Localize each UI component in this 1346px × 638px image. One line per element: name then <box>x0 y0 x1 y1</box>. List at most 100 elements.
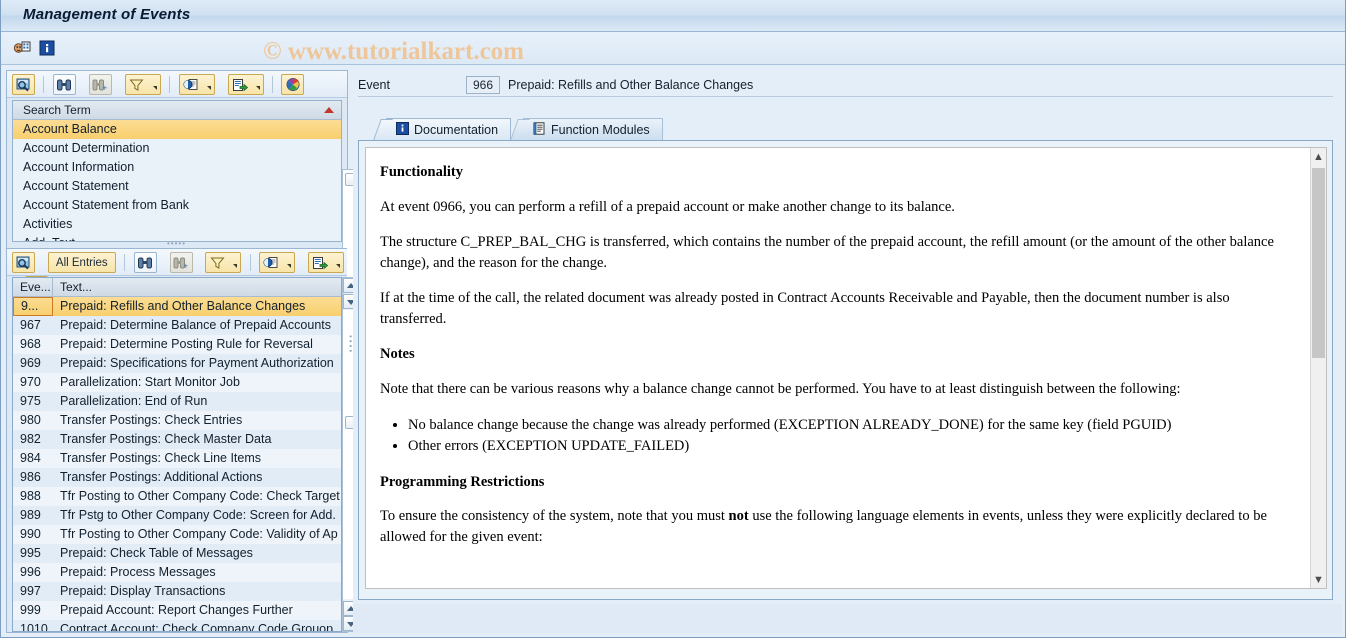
search-term-list[interactable]: Search Term Account Balance Account Deter… <box>12 100 342 242</box>
documentation-text: Functionality At event 0966, you can per… <box>366 148 1311 588</box>
event-text-cell: Prepaid Account: Report Changes Further <box>60 603 293 617</box>
doc-paragraph-5: To ensure the consistency of the system,… <box>380 506 1293 547</box>
search-term-item[interactable]: Account Statement <box>13 177 341 196</box>
table-row[interactable]: 982 Transfer Postings: Check Master Data <box>13 430 341 449</box>
event-number-cell: 990 <box>20 527 41 541</box>
print-preview-dropdown-caret[interactable] <box>282 252 296 273</box>
tab-function-modules[interactable]: Function Modules <box>510 118 663 140</box>
horizontal-splitter-handle[interactable]: ••••• <box>167 239 186 248</box>
print-preview-dropdown-caret[interactable] <box>201 74 215 95</box>
find-binoculars-icon[interactable] <box>133 252 157 273</box>
event-text-cell: Contract Account: Check Company Code Gro… <box>60 622 334 632</box>
sort-ascending-icon <box>324 107 334 113</box>
scroll-down-chevron-icon[interactable]: ▼ <box>1311 571 1326 588</box>
event-number-cell: 1010 <box>20 622 48 632</box>
export-dropdown-caret[interactable] <box>250 74 264 95</box>
table-row[interactable]: 1010 Contract Account: Check Company Code… <box>13 620 341 632</box>
find-binoculars-icon[interactable] <box>52 74 76 95</box>
table-row[interactable]: 984 Transfer Postings: Check Line Items <box>13 449 341 468</box>
search-term-item[interactable]: Account Information <box>13 158 341 177</box>
status-strip <box>353 604 1342 633</box>
table-row[interactable]: 989 Tfr Pstg to Other Company Code: Scree… <box>13 506 341 525</box>
event-text-cell: Prepaid: Determine Balance of Prepaid Ac… <box>60 318 331 332</box>
table-row[interactable]: 986 Transfer Postings: Additional Actions <box>13 468 341 487</box>
all-entries-label: All Entries <box>55 256 108 269</box>
find-next-icon[interactable]: + <box>88 74 112 95</box>
event-text-cell: Tfr Posting to Other Company Code: Valid… <box>60 527 338 541</box>
table-row[interactable]: 997 Prepaid: Display Transactions <box>13 582 341 601</box>
event-number-cell: 982 <box>20 432 41 446</box>
scrollbar-thumb[interactable] <box>1312 168 1325 358</box>
table-row[interactable]: 970 Parallelization: Start Monitor Job <box>13 373 341 392</box>
events-column-header-text[interactable]: Text... <box>53 278 92 296</box>
documentation-scrollbar[interactable]: ▲ ▼ <box>1310 148 1326 588</box>
tab-function-modules-label: Function Modules <box>551 122 650 137</box>
print-preview-icon[interactable] <box>178 74 202 95</box>
find-magnifier-icon[interactable] <box>12 252 35 273</box>
table-row[interactable]: 9... Prepaid: Refills and Other Balance C… <box>13 297 341 316</box>
event-text-cell: Prepaid: Process Messages <box>60 565 216 579</box>
events-table-rows: 9... Prepaid: Refills and Other Balance C… <box>13 297 341 632</box>
tab-documentation-label: Documentation <box>414 122 499 137</box>
doc-heading-notes: Notes <box>380 346 415 363</box>
export-dropdown-caret[interactable] <box>331 252 345 273</box>
event-number-cell: 969 <box>20 356 41 370</box>
svg-text:+: + <box>184 261 189 270</box>
filter-dropdown-caret[interactable] <box>228 252 242 273</box>
table-row[interactable]: 980 Transfer Postings: Check Entries <box>13 411 341 430</box>
event-text-cell: Parallelization: End of Run <box>60 394 208 408</box>
filter-dropdown-caret[interactable] <box>147 74 161 95</box>
information-icon[interactable] <box>38 39 56 57</box>
layout-colors-icon[interactable] <box>281 74 305 95</box>
search-term-item[interactable]: Account Determination <box>13 139 341 158</box>
event-number-cell: 984 <box>20 451 41 465</box>
table-row[interactable]: 969 Prepaid: Specifications for Payment A… <box>13 354 341 373</box>
find-next-icon[interactable]: + <box>169 252 193 273</box>
application-toolbar <box>1 32 1345 65</box>
doc-bullet-1: No balance change because the change was… <box>408 415 1293 436</box>
export-icon[interactable] <box>308 252 332 273</box>
event-text-cell: Prepaid: Check Table of Messages <box>60 546 253 560</box>
event-text-cell: Transfer Postings: Check Line Items <box>60 451 262 465</box>
event-text-cell: Tfr Posting to Other Company Code: Check… <box>60 489 340 503</box>
find-magnifier-icon[interactable] <box>12 74 35 95</box>
customizing-icon[interactable] <box>13 39 31 57</box>
doc-paragraph-3: If at the time of the call, the related … <box>380 290 1230 327</box>
event-number-field[interactable]: 966 <box>466 76 500 94</box>
search-term-item[interactable]: Account Balance <box>13 120 341 139</box>
search-term-header-label: Search Term <box>23 103 91 117</box>
table-row[interactable]: 990 Tfr Posting to Other Company Code: Va… <box>13 525 341 544</box>
event-text-cell: Prepaid: Refills and Other Balance Chang… <box>60 299 306 313</box>
table-row[interactable]: 975 Parallelization: End of Run <box>13 392 341 411</box>
event-text-cell: Transfer Postings: Check Entries <box>60 413 243 427</box>
filter-icon[interactable] <box>124 74 148 95</box>
table-row[interactable]: 999 Prepaid Account: Report Changes Furth… <box>13 601 341 620</box>
event-number-cell: 996 <box>20 565 41 579</box>
toolbar-separator <box>43 76 45 93</box>
events-table[interactable]: Eve... Text... 9... Prepaid: Refills and … <box>12 277 342 632</box>
filter-icon[interactable] <box>205 252 229 273</box>
all-entries-button[interactable]: All Entries <box>47 252 116 273</box>
event-number-cell: 995 <box>20 546 41 560</box>
search-term-toolbar: + <box>7 71 347 98</box>
search-term-column-header[interactable]: Search Term <box>13 101 341 120</box>
tab-documentation[interactable]: Documentation <box>373 118 512 140</box>
tab-strip: Documentation Function Modules <box>358 118 1333 140</box>
table-row[interactable]: 995 Prepaid: Check Table of Messages <box>13 544 341 563</box>
table-row[interactable]: 967 Prepaid: Determine Balance of Prepaid… <box>13 316 341 335</box>
event-number-cell: 980 <box>20 413 41 427</box>
table-row[interactable]: 996 Prepaid: Process Messages <box>13 563 341 582</box>
export-icon[interactable] <box>227 74 251 95</box>
event-text-cell: Tfr Pstg to Other Company Code: Screen f… <box>60 508 336 522</box>
search-term-item[interactable]: Account Statement from Bank <box>13 196 341 215</box>
events-column-header-event[interactable]: Eve... <box>13 278 53 296</box>
event-number-cell: 968 <box>20 337 41 351</box>
table-row[interactable]: 968 Prepaid: Determine Posting Rule for R… <box>13 335 341 354</box>
scroll-up-chevron-icon[interactable]: ▲ <box>1311 148 1326 165</box>
search-term-item[interactable]: Activities <box>13 215 341 234</box>
print-preview-icon[interactable] <box>259 252 283 273</box>
event-number-cell: 989 <box>20 508 41 522</box>
table-row[interactable]: 988 Tfr Posting to Other Company Code: Ch… <box>13 487 341 506</box>
documentation-viewport: Functionality At event 0966, you can per… <box>365 147 1327 589</box>
event-number-cell: 986 <box>20 470 41 484</box>
